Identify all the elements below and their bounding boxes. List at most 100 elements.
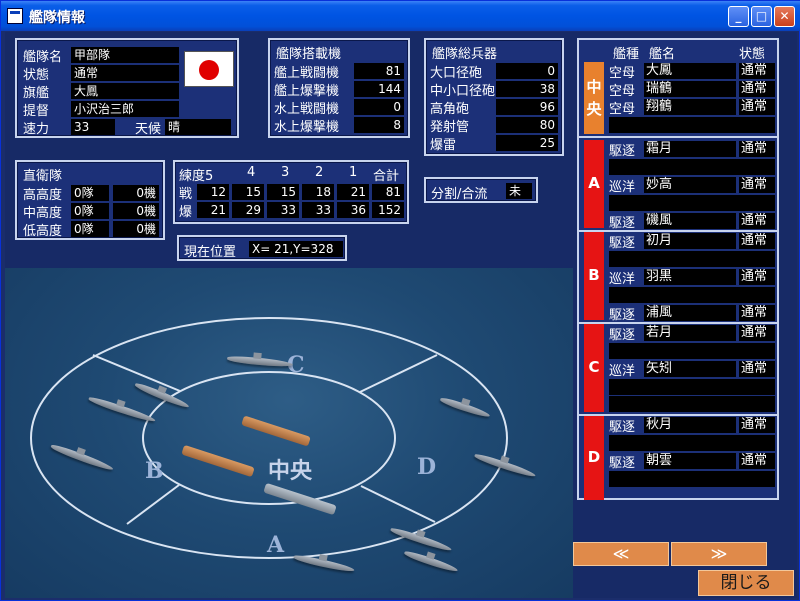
training-row-label: 爆 xyxy=(179,205,193,220)
aircraft-value: 144 xyxy=(354,81,404,97)
fleet-name-value: 甲部隊 xyxy=(71,47,179,63)
ship-name[interactable]: 大鳳 xyxy=(644,63,736,79)
ship-name[interactable]: 若月 xyxy=(644,325,736,341)
split-merge-panel[interactable]: 分割/合流 未 xyxy=(424,177,538,203)
group-divider xyxy=(579,136,777,138)
training-header: 練度5 xyxy=(179,169,214,184)
escort-planes-value: 0機 xyxy=(113,185,159,201)
training-header: 合計 xyxy=(373,169,400,184)
split-merge-value: 未 xyxy=(506,183,532,199)
group-label: 央 xyxy=(586,100,602,118)
ship-status: 通常 xyxy=(739,453,775,469)
training-value: 18 xyxy=(302,184,334,200)
ship-type: 駆逐 xyxy=(609,216,636,231)
training-total: 152 xyxy=(372,202,404,218)
ship-status: 通常 xyxy=(739,305,775,321)
weapon-label: 高角砲 xyxy=(430,102,470,117)
group-label: B xyxy=(588,266,600,284)
admiral-label: 提督 xyxy=(23,104,50,119)
fleet-state-value: 通常 xyxy=(71,65,179,81)
weapon-label: 中小口径砲 xyxy=(430,84,496,99)
ship-status: 通常 xyxy=(739,417,775,433)
weather-value: 晴 xyxy=(165,119,231,135)
roster-group-d: D xyxy=(584,416,604,500)
roster-header-type: 艦種 xyxy=(613,47,640,62)
training-header: 2 xyxy=(315,165,324,180)
weapon-value: 80 xyxy=(496,117,558,133)
ship-name[interactable]: 浦風 xyxy=(644,305,736,321)
training-value: 29 xyxy=(232,202,264,218)
formation-map[interactable]: C B D A 中央 xyxy=(5,268,573,598)
escort-panel: 直衛隊 高高度 0隊 0機 中高度 0隊 0機 低高度 0隊 0機 xyxy=(15,160,165,240)
training-header: 4 xyxy=(247,165,256,180)
training-value: 15 xyxy=(267,184,299,200)
aircraft-label: 艦上戦闘機 xyxy=(274,66,340,81)
minimize-button[interactable]: _ xyxy=(728,6,749,27)
weapon-value: 38 xyxy=(496,81,558,97)
ship-type: 駆逐 xyxy=(609,236,636,251)
empty-slot xyxy=(609,159,775,175)
close-window-button[interactable]: ✕ xyxy=(774,6,795,27)
ship-name[interactable]: 羽黒 xyxy=(644,269,736,285)
ship-status: 通常 xyxy=(739,141,775,157)
content-area: 艦隊名 甲部隊 状態 通常 旗艦 大鳳 提督 小沢治三郎 速力 33 天候 晴 … xyxy=(5,32,797,598)
close-button[interactable]: 閉じる xyxy=(698,570,794,596)
ship-status: 通常 xyxy=(739,177,775,193)
weapon-label: 発射管 xyxy=(430,120,470,135)
empty-slot xyxy=(609,251,775,267)
training-header: 3 xyxy=(281,165,290,180)
training-panel: 練度5 4 3 2 1 合計 戦 12 15 15 18 21 81 爆 21 … xyxy=(173,160,409,224)
ship-name[interactable]: 妙高 xyxy=(644,177,736,193)
training-value: 33 xyxy=(267,202,299,218)
next-page-button[interactable]: ≫ xyxy=(671,542,767,566)
ship-name[interactable]: 秋月 xyxy=(644,417,736,433)
escort-units-value: 0隊 xyxy=(71,221,109,237)
training-value: 15 xyxy=(232,184,264,200)
ship-name[interactable]: 矢矧 xyxy=(644,361,736,377)
ship-status: 通常 xyxy=(739,63,775,79)
window-icon xyxy=(7,8,23,24)
fleet-state-label: 状態 xyxy=(23,68,50,83)
training-total: 81 xyxy=(372,184,404,200)
ship-name[interactable]: 朝雲 xyxy=(644,453,736,469)
empty-slot xyxy=(609,195,775,211)
weapon-value: 0 xyxy=(496,63,558,79)
speed-value: 33 xyxy=(71,119,115,135)
ship-name[interactable]: 翔鶴 xyxy=(644,99,736,115)
japan-flag-icon xyxy=(184,51,234,87)
training-header: 1 xyxy=(349,165,358,180)
ship-name[interactable]: 初月 xyxy=(644,233,736,249)
training-value: 33 xyxy=(302,202,334,218)
maximize-button[interactable]: □ xyxy=(751,6,772,27)
aircraft-value: 0 xyxy=(354,99,404,115)
ship-type: 駆逐 xyxy=(609,328,636,343)
fleet-overview-panel: 艦隊名 甲部隊 状態 通常 旗艦 大鳳 提督 小沢治三郎 速力 33 天候 晴 xyxy=(15,38,239,138)
roster-group-b: B xyxy=(584,232,604,320)
ship-type: 駆逐 xyxy=(609,144,636,159)
escort-planes-value: 0機 xyxy=(113,203,159,219)
position-value: X= 21,Y=328 xyxy=(249,241,343,257)
escort-units-value: 0隊 xyxy=(71,203,109,219)
roster-header-name: 艦名 xyxy=(649,47,676,62)
flagship-label: 旗艦 xyxy=(23,86,50,101)
empty-slot xyxy=(609,379,775,395)
ship-name[interactable]: 磯風 xyxy=(644,213,736,229)
escort-units-value: 0隊 xyxy=(71,185,109,201)
ship-name[interactable]: 霜月 xyxy=(644,141,736,157)
window-title: 艦隊情報 xyxy=(29,10,85,26)
ship-name[interactable]: 瑞鶴 xyxy=(644,81,736,97)
title-bar[interactable]: 艦隊情報 _ □ ✕ xyxy=(1,1,800,31)
aircraft-title: 艦隊搭載機 xyxy=(276,47,342,62)
escort-altitude-label: 高高度 xyxy=(23,188,63,203)
weather-label: 天候 xyxy=(135,122,162,137)
escort-altitude-label: 中高度 xyxy=(23,206,63,221)
prev-page-button[interactable]: ≪ xyxy=(573,542,669,566)
ship-type: 駆逐 xyxy=(609,420,636,435)
sector-label-center: 中央 xyxy=(268,458,313,484)
ship-status: 通常 xyxy=(739,213,775,229)
ship-status: 通常 xyxy=(739,81,775,97)
group-label: 中 xyxy=(586,78,602,96)
sector-label-b: B xyxy=(145,458,164,484)
roster-group-center: 中 央 xyxy=(584,62,604,134)
ship-type: 空母 xyxy=(609,102,636,117)
